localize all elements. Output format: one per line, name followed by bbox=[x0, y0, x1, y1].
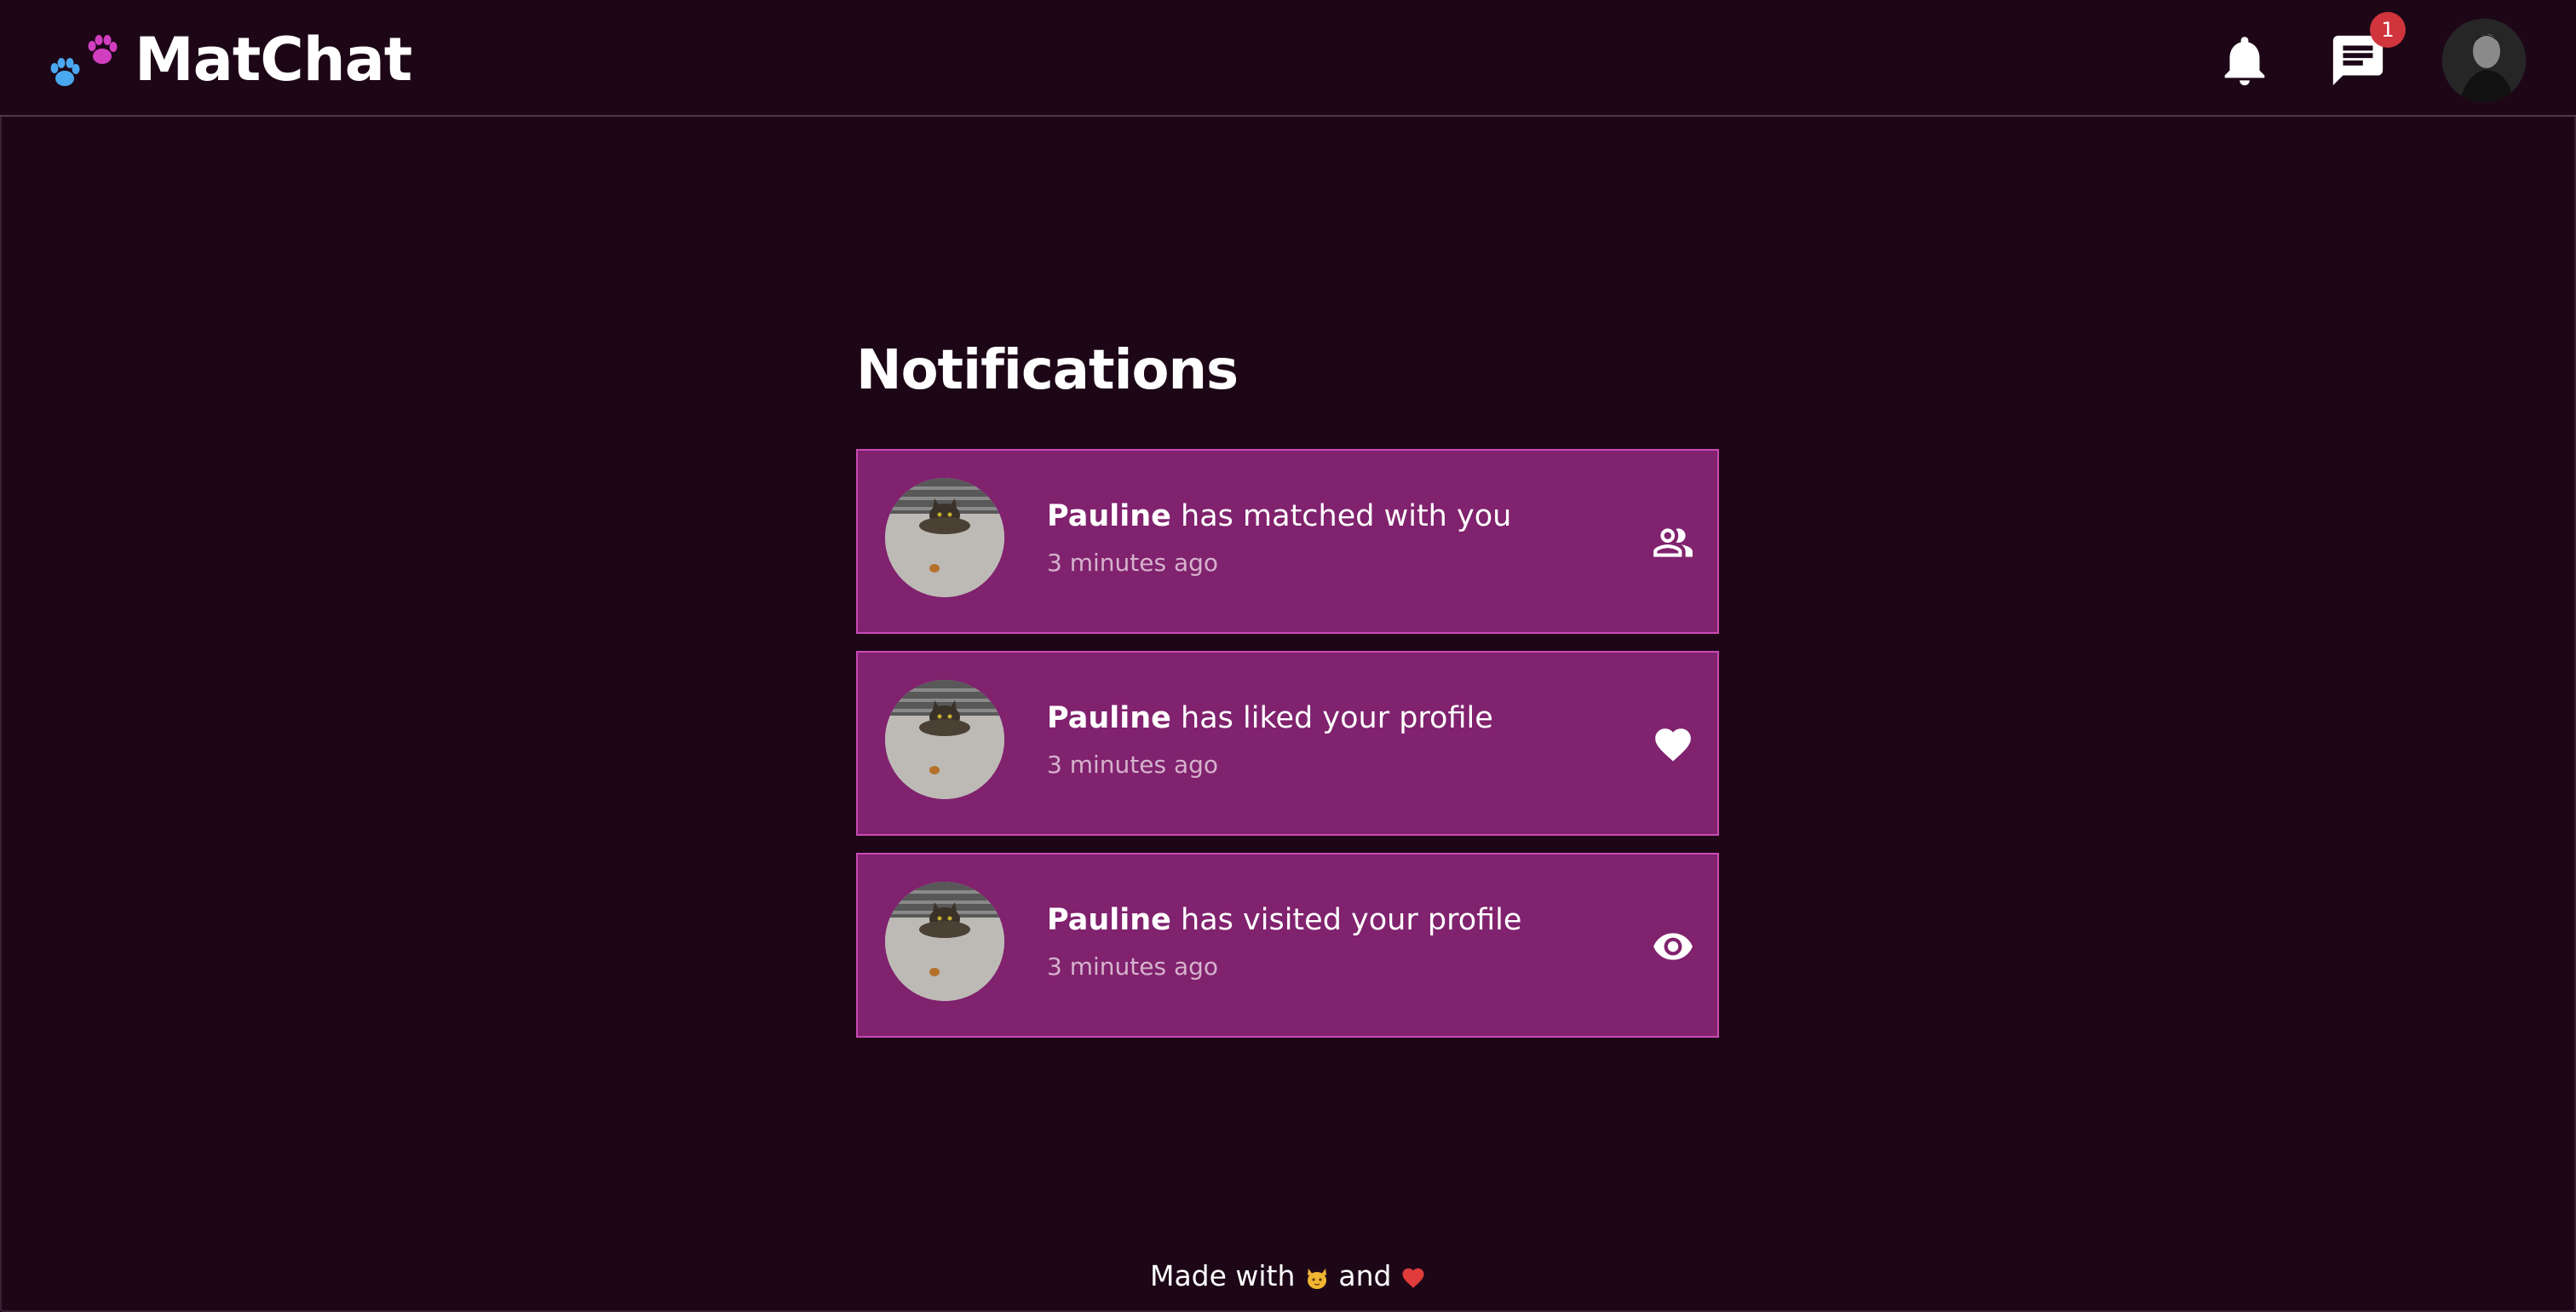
cat-photo bbox=[885, 478, 1004, 597]
notification-message: Pauline has liked your profile bbox=[1047, 697, 1493, 739]
footer-prefix: Made with bbox=[1149, 1259, 1296, 1292]
heart-emoji-icon bbox=[1400, 1264, 1426, 1298]
notification-message: Pauline has matched with you bbox=[1047, 495, 1511, 538]
notification-card-visit[interactable]: Pauline has visited your profile 3 minut… bbox=[856, 853, 1719, 1038]
cat-avatar[interactable] bbox=[885, 680, 1004, 799]
cat-avatar[interactable] bbox=[885, 478, 1004, 597]
cat-avatar[interactable] bbox=[885, 882, 1004, 1001]
notification-text: Pauline has liked your profile 3 minutes… bbox=[1047, 697, 1493, 780]
cat-emoji-icon bbox=[1304, 1264, 1330, 1298]
notification-card-match[interactable]: Pauline has matched with you 3 minutes a… bbox=[856, 449, 1719, 634]
notification-card-like[interactable]: Pauline has liked your profile 3 minutes… bbox=[856, 651, 1719, 836]
app-logo[interactable]: MatChat bbox=[48, 25, 412, 95]
avatar-photo bbox=[2442, 19, 2526, 102]
sender-name[interactable]: Pauline bbox=[1047, 903, 1171, 937]
message-text: has liked your profile bbox=[1181, 701, 1493, 735]
paw-icons bbox=[50, 35, 118, 86]
notification-time: 3 minutes ago bbox=[1047, 751, 1219, 779]
page-title: Notifications bbox=[856, 339, 1239, 402]
notification-time: 3 minutes ago bbox=[1047, 952, 1219, 981]
footer: Made with and bbox=[0, 1259, 2576, 1298]
eye-icon bbox=[1653, 933, 1693, 960]
heart-icon bbox=[1655, 728, 1691, 762]
footer-middle: and bbox=[1338, 1259, 1392, 1292]
top-navbar: MatChat 1 bbox=[0, 0, 2576, 117]
user-avatar[interactable] bbox=[2442, 19, 2526, 102]
notification-text: Pauline has matched with you 3 minutes a… bbox=[1047, 495, 1511, 578]
message-text: has matched with you bbox=[1181, 499, 1512, 533]
sender-name[interactable]: Pauline bbox=[1047, 499, 1171, 533]
people-icon bbox=[1653, 528, 1693, 557]
messages-badge: 1 bbox=[2370, 12, 2406, 48]
notification-text: Pauline has visited your profile 3 minut… bbox=[1047, 899, 1521, 982]
cat-photo bbox=[885, 882, 1004, 1001]
app-name: MatChat bbox=[135, 25, 412, 95]
notification-message: Pauline has visited your profile bbox=[1047, 899, 1521, 941]
notification-time: 3 minutes ago bbox=[1047, 549, 1219, 577]
bell-icon[interactable] bbox=[2215, 31, 2274, 90]
message-text: has visited your profile bbox=[1181, 903, 1522, 937]
sender-name[interactable]: Pauline bbox=[1047, 701, 1171, 735]
cat-photo bbox=[885, 680, 1004, 799]
